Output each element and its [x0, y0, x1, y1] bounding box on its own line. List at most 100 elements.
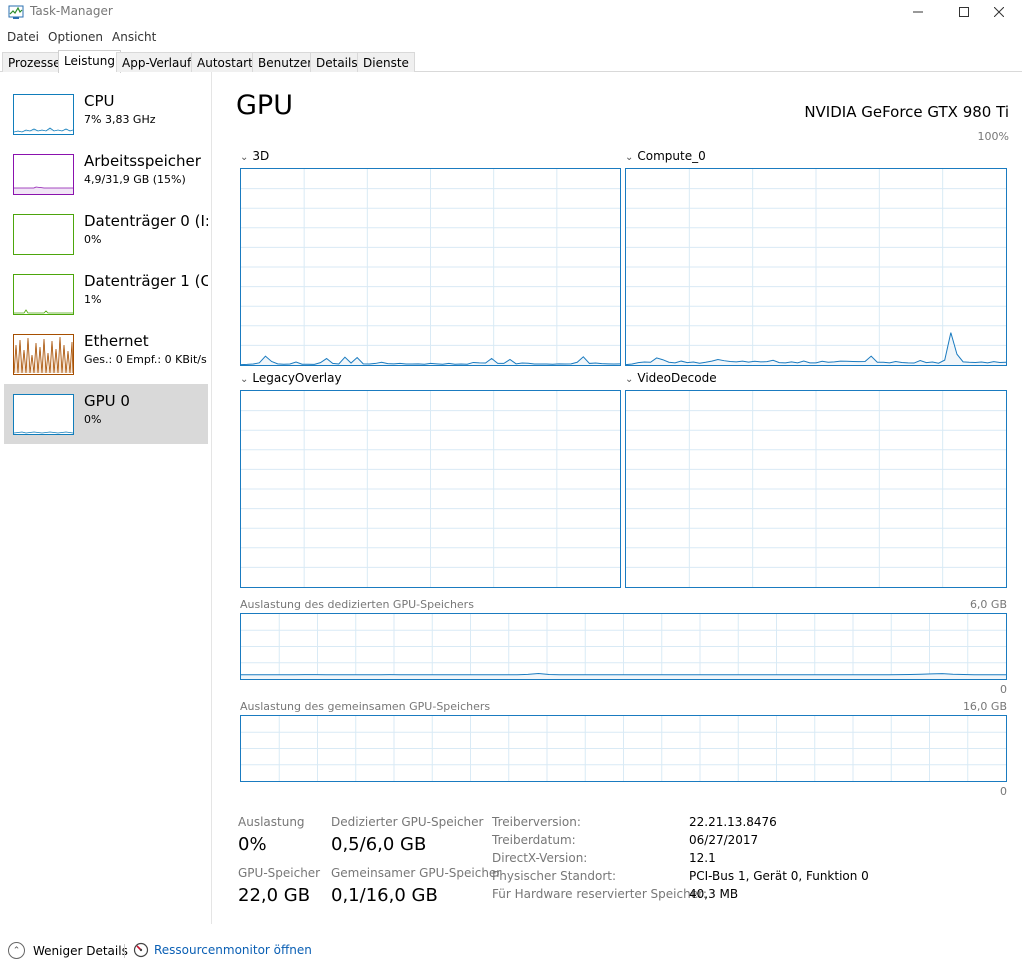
shared-memory-graph: [240, 715, 1007, 782]
sidebar-item-label: Arbeitsspeicher: [84, 152, 201, 170]
close-icon: [994, 7, 1004, 17]
info-reserved-memory-label: Für Hardware reservierter Speicher:: [492, 887, 707, 901]
stat-dedicated-value: 0,5/6,0 GB: [331, 834, 427, 855]
graph-canvas: [241, 391, 620, 587]
sidebar-item-disk-0[interactable]: Datenträger 0 (I:) 0%: [4, 204, 208, 264]
info-location-label: Physischer Standort:: [492, 869, 617, 883]
gpu-detail-panel: GPU NVIDIA GeForce GTX 980 Ti 100% ⌄ 3D ⌄…: [213, 72, 1022, 924]
dedicated-memory-min: 0: [1000, 683, 1007, 696]
stat-gpu-memory-value: 22,0 GB: [238, 885, 311, 906]
graph-max-percent: 100%: [977, 130, 1009, 143]
engine-selector-video-decode[interactable]: ⌄ VideoDecode: [625, 371, 717, 385]
minimize-icon: [913, 11, 923, 13]
stat-gpu-memory-label: GPU-Speicher: [238, 866, 321, 880]
sidebar-item-label: GPU 0: [84, 392, 130, 410]
engine-selector-3d[interactable]: ⌄ 3D: [240, 149, 269, 163]
info-driver-version-label: Treiberversion:: [492, 815, 581, 829]
chevron-down-icon: ⌄: [625, 152, 634, 163]
close-button[interactable]: [976, 0, 1022, 24]
info-driver-date-label: Treiberdatum:: [492, 833, 576, 847]
dedicated-memory-label: Auslastung des dedizierten GPU-Speichers: [240, 598, 474, 611]
cpu-thumbnail-graph: [13, 94, 74, 135]
dedicated-memory-max: 6,0 GB: [969, 598, 1007, 611]
sidebar-item-sub: 1%: [84, 293, 102, 306]
chevron-down-icon: ⌄: [625, 374, 634, 385]
sidebar-item-gpu-0[interactable]: GPU 0 0%: [4, 384, 208, 444]
graph-canvas: [241, 716, 1006, 781]
sidebar-item-label: Datenträger 1 (C: D: [84, 272, 208, 290]
engine-graph-video-decode: [625, 390, 1007, 588]
sidebar-item-label: Datenträger 0 (I:): [84, 212, 208, 230]
engine-selector-legacy-overlay[interactable]: ⌄ LegacyOverlay: [240, 371, 342, 385]
stat-utilization-value: 0%: [238, 834, 267, 855]
tab-prozesse[interactable]: Prozesse: [2, 52, 67, 72]
dedicated-memory-graph: [240, 613, 1007, 680]
engine-graph-3d: [240, 168, 621, 366]
stat-shared-value: 0,1/16,0 GB: [331, 885, 438, 906]
resource-monitor-link[interactable]: Ressourcenmonitor öffnen: [133, 942, 312, 958]
performance-sidebar: CPU 7% 3,83 GHz Arbeitsspeicher 4,9/31,9…: [0, 72, 212, 924]
minimize-button[interactable]: [895, 0, 941, 24]
stat-dedicated-label: Dedizierter GPU-Speicher: [331, 815, 484, 829]
resource-monitor-label: Ressourcenmonitor öffnen: [154, 943, 312, 957]
menu-optionen[interactable]: Optionen: [48, 30, 103, 44]
resource-monitor-icon: [133, 942, 149, 958]
menu-ansicht[interactable]: Ansicht: [112, 30, 156, 44]
maximize-icon: [959, 7, 969, 17]
tab-dienste[interactable]: Dienste: [357, 52, 415, 72]
tab-details[interactable]: Details: [310, 52, 364, 72]
disk-1-thumbnail-graph: [13, 274, 74, 315]
sidebar-item-sub: Ges.: 0 Empf.: 0 KBit/s: [84, 353, 207, 366]
info-driver-version-value: 22.21.13.8476: [689, 815, 777, 829]
graph-canvas: [626, 169, 1006, 365]
tab-autostart[interactable]: Autostart: [191, 52, 259, 72]
engine-label: 3D: [252, 149, 270, 163]
gpu-thumbnail-graph: [13, 394, 74, 435]
menu-datei[interactable]: Datei: [7, 30, 39, 44]
info-driver-date-value: 06/27/2017: [689, 833, 759, 847]
info-directx-label: DirectX-Version:: [492, 851, 588, 865]
footer-divider: [124, 944, 125, 958]
sidebar-item-sub: 0%: [84, 233, 102, 246]
engine-label: LegacyOverlay: [252, 371, 342, 385]
window-title: Task-Manager: [30, 4, 113, 18]
sidebar-item-cpu[interactable]: CPU 7% 3,83 GHz: [4, 84, 208, 144]
sidebar-item-sub: 0%: [84, 413, 102, 426]
footer: ⌃ Weniger Details Ressourcenmonitor öffn…: [0, 938, 1022, 963]
gpu-model-name: NVIDIA GeForce GTX 980 Ti: [804, 103, 1009, 121]
info-reserved-memory-value: 40,3 MB: [689, 887, 739, 901]
tab-bar: Prozesse Leistung App-Verlauf Autostart …: [0, 50, 1022, 73]
graph-canvas: [241, 169, 620, 365]
stat-utilization-label: Auslastung: [238, 815, 305, 829]
fewer-details-label: Weniger Details: [33, 943, 128, 958]
engine-label: VideoDecode: [637, 371, 717, 385]
sidebar-item-sub: 4,9/31,9 GB (15%): [84, 173, 186, 186]
sidebar-item-sub: 7% 3,83 GHz: [84, 113, 156, 126]
engine-label: Compute_0: [637, 149, 706, 163]
sidebar-item-label: Ethernet: [84, 332, 149, 350]
engine-selector-compute[interactable]: ⌄ Compute_0: [625, 149, 706, 163]
sidebar-item-memory[interactable]: Arbeitsspeicher 4,9/31,9 GB (15%): [4, 144, 208, 204]
tab-benutzer[interactable]: Benutzer: [252, 52, 319, 72]
fewer-details-button[interactable]: ⌃ Weniger Details: [8, 942, 128, 959]
ethernet-thumbnail-graph: [13, 334, 74, 375]
sidebar-item-disk-1[interactable]: Datenträger 1 (C: D 1%: [4, 264, 208, 324]
shared-memory-max: 16,0 GB: [962, 700, 1007, 713]
graph-canvas: [626, 391, 1006, 587]
title-bar: Task-Manager: [0, 0, 1022, 24]
chevron-up-icon: ⌃: [8, 942, 25, 959]
disk-0-thumbnail-graph: [13, 214, 74, 255]
info-directx-value: 12.1: [689, 851, 716, 865]
stat-shared-label: Gemeinsamer GPU-Speicher: [331, 866, 502, 880]
engine-graph-legacy-overlay: [240, 390, 621, 588]
shared-memory-label: Auslastung des gemeinsamen GPU-Speichers: [240, 700, 491, 713]
task-manager-icon: [8, 5, 24, 19]
shared-memory-min: 0: [1000, 785, 1007, 798]
page-title: GPU: [236, 90, 293, 121]
sidebar-item-ethernet[interactable]: Ethernet Ges.: 0 Empf.: 0 KBit/s: [4, 324, 208, 384]
graph-canvas: [241, 614, 1006, 679]
tab-app-verlauf[interactable]: App-Verlauf: [116, 52, 198, 72]
tab-leistung[interactable]: Leistung: [58, 50, 121, 73]
engine-graph-compute: [625, 168, 1007, 366]
sidebar-item-label: CPU: [84, 92, 115, 110]
